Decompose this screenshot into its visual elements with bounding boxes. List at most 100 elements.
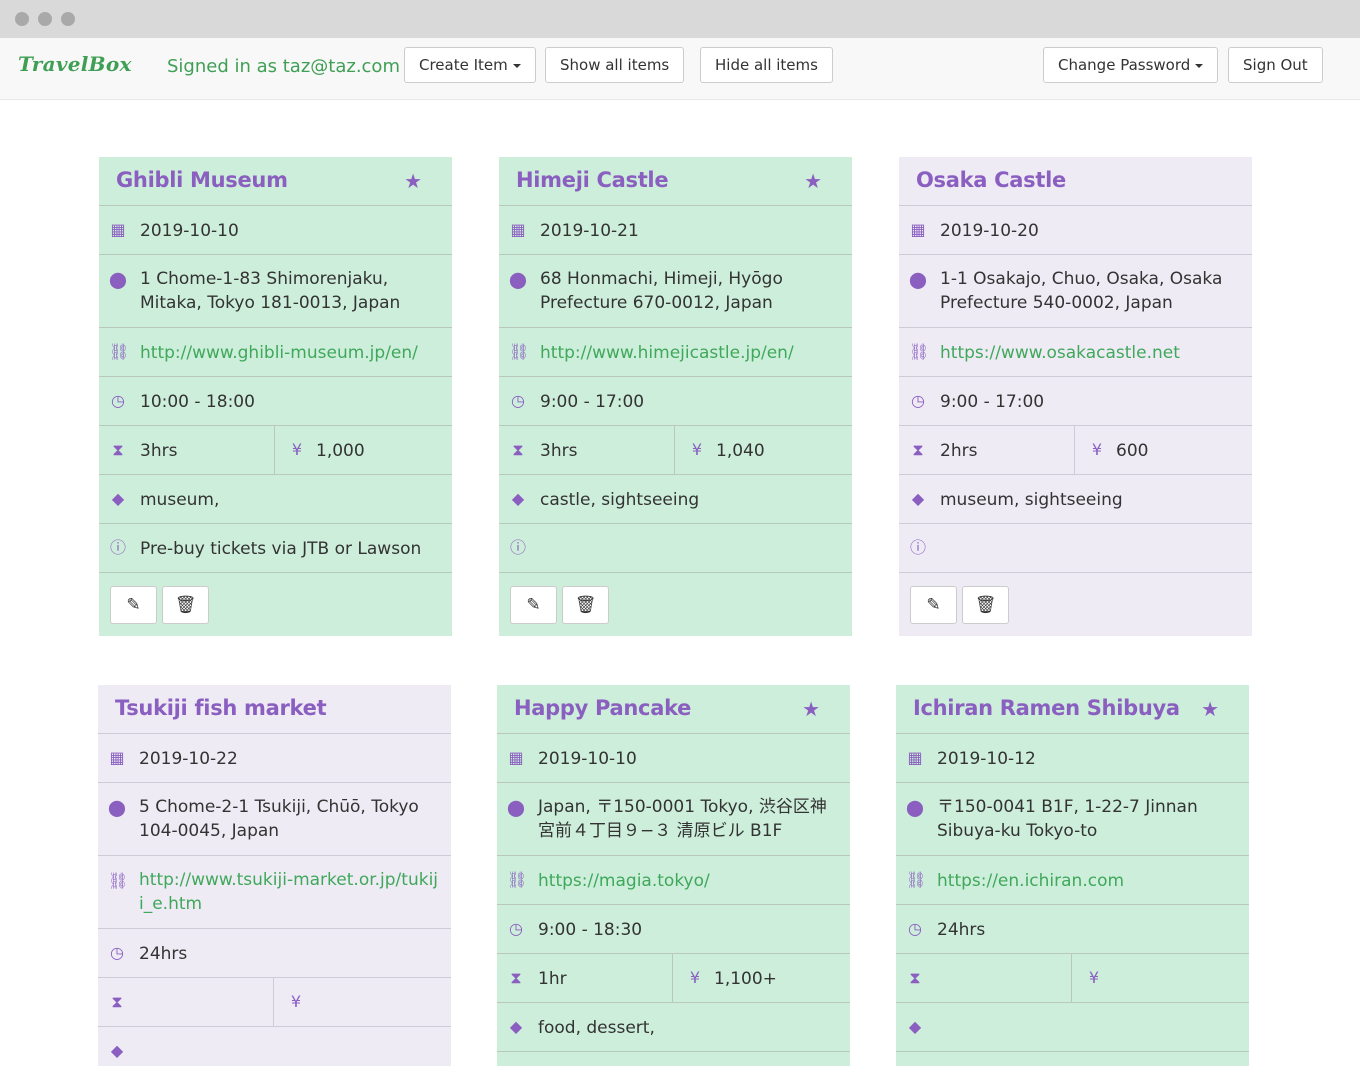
- url-link[interactable]: https://en.ichiran.com: [937, 869, 1237, 893]
- date-text: 2019-10-12: [937, 749, 1036, 769]
- edit-button[interactable]: ✎: [910, 586, 957, 624]
- pencil-icon: ✎: [526, 595, 541, 615]
- delete-button[interactable]: 🗑: [962, 586, 1009, 624]
- card-header: Happy Pancake ★: [497, 685, 850, 734]
- delete-button[interactable]: 🗑: [562, 586, 609, 624]
- row-divider: [274, 426, 275, 474]
- tag-icon: ◆: [110, 1041, 124, 1060]
- address-row: ⬤ 1-1 Osakajo, Chuo, Osaka, Osaka Prefec…: [899, 255, 1252, 328]
- calendar-icon: ▦: [910, 220, 926, 239]
- hours-row: ◷ 9:00 - 17:00: [499, 377, 852, 426]
- tag-icon: ◆: [111, 489, 125, 508]
- card-header: Ghibli Museum ★: [99, 157, 452, 206]
- item-card: Osaka Castle ▦ 2019-10-20 ⬤ 1-1 Osakajo,…: [899, 157, 1252, 636]
- note-text: Pre-buy tickets via JTB or Lawson: [140, 539, 422, 559]
- item-card: Ghibli Museum ★ ▦ 2019-10-10 ⬤ 1 Chome-1…: [99, 157, 452, 636]
- location-pin-icon: ⬤: [108, 798, 126, 817]
- trash-icon: 🗑: [174, 595, 197, 615]
- yen-icon: ¥: [290, 992, 302, 1011]
- show-all-items-button[interactable]: Show all items: [545, 47, 685, 83]
- tags-row: ◆ museum,: [99, 475, 452, 524]
- url-row: ⛓ http://www.himejicastle.jp/en/: [499, 328, 852, 377]
- star-icon[interactable]: ★: [802, 697, 820, 721]
- location-pin-icon: ⬤: [109, 270, 127, 289]
- clock-icon: ◷: [911, 391, 925, 410]
- clock-icon: ◷: [110, 943, 124, 962]
- note-row: ⓘ: [499, 524, 852, 573]
- pencil-icon: ✎: [126, 595, 141, 615]
- link-icon: ⛓: [509, 342, 530, 361]
- url-link[interactable]: http://www.ghibli-museum.jp/en/: [140, 341, 440, 365]
- window-zoom-dot[interactable]: [61, 12, 75, 26]
- url-link[interactable]: https://magia.tokyo/: [538, 869, 838, 893]
- row-divider: [674, 426, 675, 474]
- star-icon[interactable]: ★: [1201, 697, 1219, 721]
- calendar-icon: ▦: [109, 748, 125, 767]
- address-row: ⬤ 1 Chome-1-83 Shimorenjaku, Mitaka, Tok…: [99, 255, 452, 328]
- chevron-down-icon: [512, 63, 521, 68]
- url-link[interactable]: https://www.osakacastle.net: [940, 341, 1240, 365]
- tag-icon: ◆: [911, 489, 925, 508]
- info-icon: ⓘ: [109, 538, 126, 557]
- yen-icon: ¥: [689, 968, 701, 987]
- calendar-icon: ▦: [907, 748, 923, 767]
- card-title: Ghibli Museum: [116, 168, 288, 192]
- link-icon: ⛓: [108, 871, 129, 890]
- url-link[interactable]: http://www.tsukiji-market.or.jp/tukiji_e…: [139, 868, 439, 916]
- card-actions: ✎ 🗑: [899, 573, 1252, 636]
- star-icon[interactable]: ★: [404, 169, 422, 193]
- edit-button[interactable]: ✎: [510, 586, 557, 624]
- delete-button[interactable]: 🗑: [162, 586, 209, 624]
- hours-row: ◷ 9:00 - 18:30: [497, 905, 850, 954]
- sign-out-button[interactable]: Sign Out: [1228, 47, 1323, 83]
- row-divider: [273, 978, 274, 1026]
- hours-text: 10:00 - 18:00: [140, 392, 255, 412]
- card-header: Ichiran Ramen Shibuya ★: [896, 685, 1249, 734]
- address-text: 1-1 Osakajo, Chuo, Osaka, Osaka Prefectu…: [940, 269, 1223, 313]
- url-row: ⛓ https://www.osakacastle.net: [899, 328, 1252, 377]
- item-card: Himeji Castle ★ ▦ 2019-10-21 ⬤ 68 Honmac…: [499, 157, 852, 636]
- calendar-icon: ▦: [110, 220, 126, 239]
- hourglass-icon: ⧗: [909, 968, 921, 987]
- hours-text: 9:00 - 17:00: [940, 392, 1045, 412]
- window-close-dot[interactable]: [15, 12, 29, 26]
- tags-text: food, dessert,: [538, 1018, 655, 1038]
- calendar-icon: ▦: [508, 748, 524, 767]
- tag-icon: ◆: [908, 1017, 922, 1036]
- date-row: ▦ 2019-10-20: [899, 206, 1252, 255]
- date-row: ▦ 2019-10-21: [499, 206, 852, 255]
- date-text: 2019-10-20: [940, 221, 1039, 241]
- tag-icon: ◆: [509, 1017, 523, 1036]
- link-icon: ⛓: [906, 870, 927, 889]
- card-header: Himeji Castle ★: [499, 157, 852, 206]
- edit-button[interactable]: ✎: [110, 586, 157, 624]
- price-text: 1,100+: [714, 969, 777, 989]
- url-row: ⛓ http://www.tsukiji-market.or.jp/tukiji…: [98, 856, 451, 929]
- tags-row: ◆: [98, 1027, 451, 1066]
- item-card: Tsukiji fish market ▦ 2019-10-22 ⬤ 5 Cho…: [98, 685, 451, 1066]
- card-title: Osaka Castle: [916, 168, 1066, 192]
- change-password-button[interactable]: Change Password: [1043, 47, 1219, 83]
- date-row: ▦ 2019-10-10: [99, 206, 452, 255]
- hourglass-icon: ⧗: [512, 440, 524, 459]
- card-title: Ichiran Ramen Shibuya: [913, 696, 1180, 720]
- hide-all-items-button[interactable]: Hide all items: [700, 47, 833, 83]
- url-link[interactable]: http://www.himejicastle.jp/en/: [540, 341, 840, 365]
- location-pin-icon: ⬤: [509, 270, 527, 289]
- hours-row: ◷ 10:00 - 18:00: [99, 377, 452, 426]
- brand-logo[interactable]: TravelBox: [18, 52, 132, 76]
- star-icon[interactable]: ★: [804, 169, 822, 193]
- card-actions: ✎ 🗑: [499, 573, 852, 636]
- location-pin-icon: ⬤: [909, 270, 927, 289]
- item-card: Ichiran Ramen Shibuya ★ ▦ 2019-10-12 ⬤ 〒…: [896, 685, 1249, 1066]
- hours-text: 24hrs: [139, 944, 188, 964]
- hours-text: 24hrs: [937, 920, 986, 940]
- create-item-button[interactable]: Create Item: [404, 47, 536, 83]
- hourglass-icon: ⧗: [111, 992, 123, 1011]
- address-row: ⬤ 〒150-0041 B1F, 1-22-7 Jinnan Sibuya-ku…: [896, 783, 1249, 856]
- duration-price-row: ⧗ ¥: [896, 954, 1249, 1003]
- card-title: Himeji Castle: [516, 168, 669, 192]
- address-text: 〒150-0041 B1F, 1-22-7 Jinnan Sibuya-ku T…: [937, 797, 1198, 841]
- date-row: ▦ 2019-10-12: [896, 734, 1249, 783]
- window-minimize-dot[interactable]: [38, 12, 52, 26]
